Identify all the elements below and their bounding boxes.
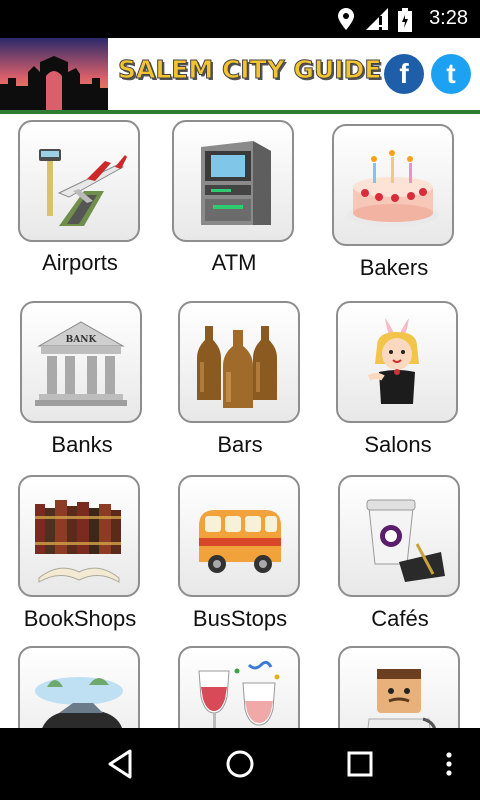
menu-icon[interactable] (444, 748, 454, 780)
category-tile-doctor[interactable] (338, 646, 460, 728)
coffee-icon (366, 499, 445, 582)
twitter-button[interactable]: t (431, 54, 471, 94)
category-label[interactable]: Banks (2, 432, 162, 458)
facebook-icon: f (399, 58, 409, 89)
category-label[interactable]: Bars (160, 432, 320, 458)
car-icon (35, 677, 123, 728)
signal-icon (366, 8, 388, 30)
status-bar: 3:28 (0, 0, 480, 38)
category-label[interactable]: Salons (318, 432, 478, 458)
doctor-icon (367, 669, 436, 728)
navigation-bar (0, 728, 480, 800)
category-tile-cafes[interactable] (338, 475, 460, 597)
salon-icon (367, 318, 419, 404)
category-tile-car[interactable] (18, 646, 140, 728)
category-tile-bars[interactable] (178, 301, 300, 423)
category-tile-salons[interactable] (336, 301, 458, 423)
city-skyline-image (0, 38, 108, 110)
wine-glasses-icon (198, 660, 280, 728)
home-icon[interactable] (224, 748, 256, 780)
category-label[interactable]: Bakers (314, 255, 474, 281)
airport-icon (39, 149, 127, 226)
category-tile-party[interactable] (178, 646, 300, 728)
category-label[interactable]: BusStops (160, 606, 320, 632)
cake-icon (347, 150, 439, 227)
location-icon (338, 8, 354, 30)
app-title: SALEM CITY GUIDE (117, 55, 382, 85)
category-tile-airports[interactable] (18, 120, 140, 242)
back-icon[interactable] (106, 748, 134, 780)
category-tile-bookshops[interactable] (18, 475, 140, 597)
category-grid: Airports ATM Bakers BANK Banks Bars Salo… (0, 114, 480, 728)
twitter-icon: t (446, 58, 456, 89)
app-header: SALEM CITY GUIDE f t (0, 38, 480, 110)
category-tile-busstops[interactable] (178, 475, 300, 597)
category-tile-bakers[interactable] (332, 124, 454, 246)
category-label[interactable]: Airports (0, 250, 160, 276)
beer-bottles-icon (197, 326, 277, 408)
battery-icon (398, 8, 412, 32)
category-label[interactable]: BookShops (0, 606, 160, 632)
category-label[interactable]: ATM (154, 250, 314, 276)
recents-icon[interactable] (346, 748, 374, 780)
bank-icon: BANK (35, 321, 127, 406)
category-tile-atm[interactable] (172, 120, 294, 242)
facebook-button[interactable]: f (384, 54, 424, 94)
bus-icon (199, 510, 281, 573)
svg-text:BANK: BANK (66, 335, 98, 345)
atm-icon (201, 141, 271, 225)
category-label[interactable]: Cafés (320, 606, 480, 632)
clock: 3:28 (429, 7, 468, 29)
category-tile-banks[interactable]: BANK (20, 301, 142, 423)
books-icon (35, 500, 121, 583)
